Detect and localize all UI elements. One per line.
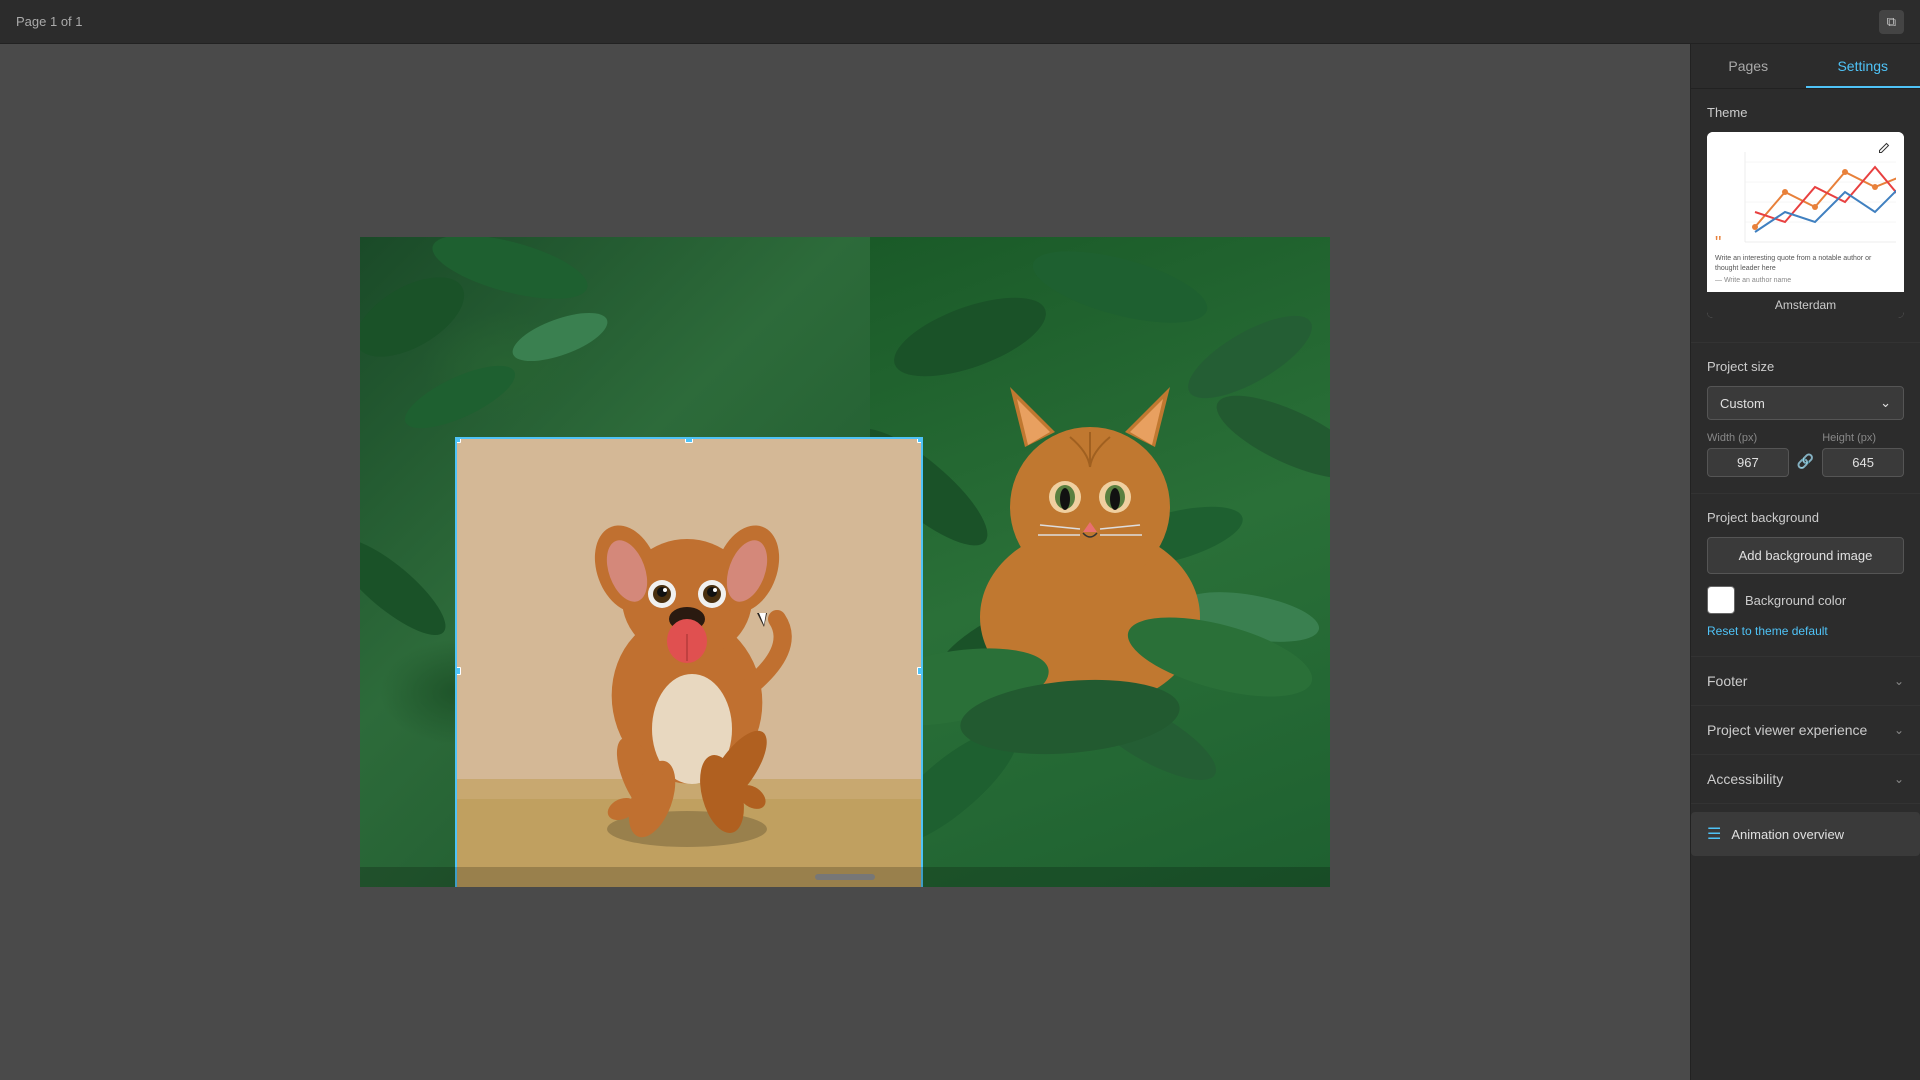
scroll-handle[interactable] (360, 867, 1330, 887)
handle-top-right[interactable] (917, 437, 923, 443)
project-size-label: Project size (1707, 359, 1904, 374)
link-icon: 🔗 (1797, 453, 1814, 470)
height-input-group: Height (px) (1822, 432, 1904, 477)
project-viewer-section: Project viewer experience ⌄ (1691, 706, 1920, 755)
accessibility-header[interactable]: Accessibility ⌄ (1691, 755, 1920, 803)
project-background-section: Project background Add background image … (1691, 494, 1920, 657)
dog-svg (457, 439, 921, 887)
right-panel: Pages Settings Theme (1690, 44, 1920, 1080)
theme-card-preview: " Write an interesting quote from a nota… (1707, 132, 1904, 292)
animation-overview-icon: ☰ (1707, 824, 1721, 844)
background-color-label: Background color (1745, 593, 1846, 608)
tab-pages[interactable]: Pages (1691, 44, 1806, 88)
size-dropdown-value: Custom (1720, 396, 1765, 411)
project-size-section: Project size Custom ⌄ Width (px) 🔗 Heigh… (1691, 343, 1920, 494)
accessibility-title: Accessibility (1707, 771, 1783, 787)
theme-card[interactable]: " Write an interesting quote from a nota… (1707, 132, 1904, 318)
scroll-thumb (815, 874, 875, 880)
mouse-cursor (757, 613, 767, 627)
cat-area (870, 237, 1330, 887)
cat-svg (870, 237, 1330, 887)
footer-chevron-icon: ⌄ (1894, 674, 1904, 688)
project-viewer-title: Project viewer experience (1707, 722, 1867, 738)
footer-title: Footer (1707, 673, 1747, 689)
size-inputs: Width (px) 🔗 Height (px) (1707, 432, 1904, 477)
page-indicator: Page 1 of 1 (16, 14, 83, 29)
width-input-group: Width (px) (1707, 432, 1789, 477)
panel-tabs: Pages Settings (1691, 44, 1920, 89)
main-layout: Pages Settings Theme (0, 44, 1920, 1080)
background-color-swatch[interactable] (1707, 586, 1735, 614)
canvas-area (0, 44, 1690, 1080)
height-input[interactable] (1822, 448, 1904, 477)
handle-top-left[interactable] (455, 437, 461, 443)
theme-name: Amsterdam (1707, 292, 1904, 318)
project-viewer-chevron-icon: ⌄ (1894, 723, 1904, 737)
chevron-down-icon: ⌄ (1880, 395, 1891, 411)
animation-overview-button[interactable]: ☰ Animation overview (1691, 812, 1920, 856)
top-bar-actions: ⧉ (1879, 10, 1904, 34)
animation-overview-label: Animation overview (1731, 827, 1844, 842)
height-label: Height (px) (1822, 432, 1904, 444)
handle-middle-left[interactable] (455, 667, 461, 675)
canvas-wrapper (360, 237, 1330, 887)
edit-icon (1878, 142, 1890, 154)
width-input[interactable] (1707, 448, 1789, 477)
handle-middle-right[interactable] (917, 667, 923, 675)
tab-settings[interactable]: Settings (1806, 44, 1920, 88)
footer-header[interactable]: Footer ⌄ (1691, 657, 1920, 705)
canvas-content[interactable] (360, 237, 1330, 887)
accessibility-chevron-icon: ⌄ (1894, 772, 1904, 786)
copy-button[interactable]: ⧉ (1879, 10, 1904, 34)
theme-quote: " Write an interesting quote from a nota… (1715, 234, 1896, 284)
dog-image (457, 439, 921, 887)
project-background-label: Project background (1707, 510, 1904, 525)
accessibility-section: Accessibility ⌄ (1691, 755, 1920, 804)
dog-container[interactable] (455, 437, 923, 887)
theme-section: Theme (1691, 89, 1920, 343)
width-label: Width (px) (1707, 432, 1789, 444)
reset-to-default-link[interactable]: Reset to theme default (1707, 624, 1828, 638)
background-color-row: Background color (1707, 586, 1904, 614)
theme-label: Theme (1707, 105, 1904, 120)
theme-edit-button[interactable] (1872, 140, 1896, 159)
project-viewer-header[interactable]: Project viewer experience ⌄ (1691, 706, 1920, 754)
add-background-image-button[interactable]: Add background image (1707, 537, 1904, 574)
handle-top-middle[interactable] (685, 437, 693, 443)
top-bar: Page 1 of 1 ⧉ (0, 0, 1920, 44)
size-dropdown[interactable]: Custom ⌄ (1707, 386, 1904, 420)
footer-section: Footer ⌄ (1691, 657, 1920, 706)
